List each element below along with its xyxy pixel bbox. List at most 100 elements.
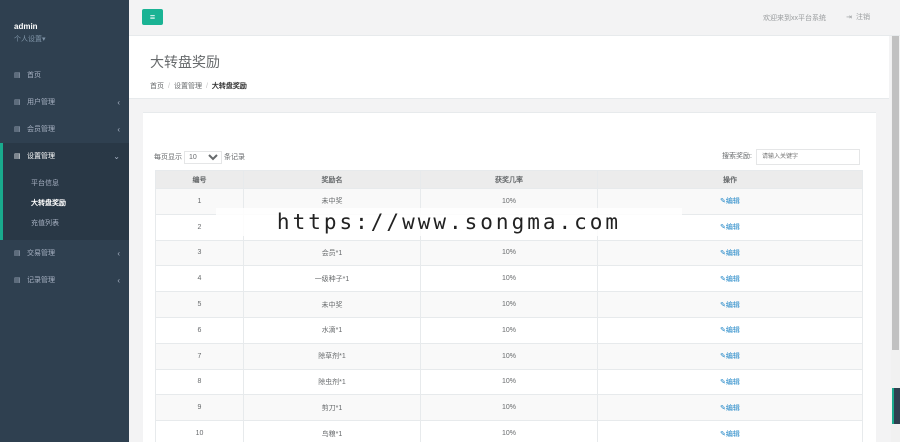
sidebar-item-label: 记录管理 xyxy=(26,277,55,284)
page-length-control: 每页显示 10 条记录 xyxy=(154,151,245,164)
breadcrumb-separator: / xyxy=(168,83,170,90)
sidebar-item-label: 首页 xyxy=(26,72,41,79)
list-icon: ▤ xyxy=(14,153,21,160)
page-length-suffix: 条记录 xyxy=(224,154,245,161)
sidebar-item-members[interactable]: ▤ 会员管理 ‹ xyxy=(0,116,129,143)
chevron-left-icon: ‹ xyxy=(117,249,120,258)
table-row: 8 除虫剂*1 10% ✎编辑 xyxy=(155,368,863,396)
cell-name: 未中奖 xyxy=(243,291,421,318)
sidebar-subitem-wheel-rewards[interactable]: 大转盘奖励 xyxy=(3,194,129,214)
hamburger-icon: ≡ xyxy=(149,12,156,22)
breadcrumb-home[interactable]: 首页 xyxy=(150,83,164,90)
sidebar-item-label: 交易管理 xyxy=(26,250,55,257)
cell-rate: 10% xyxy=(420,342,598,370)
breadcrumb-separator: / xyxy=(205,83,208,90)
cell-rate: 10% xyxy=(420,368,598,396)
user-name[interactable]: admin xyxy=(14,22,129,31)
cell-id: 4 xyxy=(155,265,244,293)
sidebar: admin 个人设置▾ ▤ 首页 ▤ 用户管理 ‹ ▤ 会员管理 ‹ ▤ 设置管… xyxy=(0,0,129,442)
cell-name: 除虫剂*1 xyxy=(243,368,421,396)
settings-submenu: 平台信息 大转盘奖励 充值列表 xyxy=(0,170,129,240)
cell-id: 5 xyxy=(155,291,244,318)
top-navbar: ≡ 欢迎来到xx平台系统 ⇥ 注销 xyxy=(129,0,900,36)
user-settings-dropdown[interactable]: 个人设置▾ xyxy=(14,34,129,44)
cell-rate: 10% xyxy=(420,239,598,267)
sidebar-item-label: 设置管理 xyxy=(26,153,55,160)
logout-label: 注销 xyxy=(856,14,870,21)
sidebar-item-label: 用户管理 xyxy=(26,99,55,106)
sidebar-item-settings[interactable]: ▤ 设置管理 ⌄ xyxy=(0,143,129,170)
chevron-left-icon: ‹ xyxy=(117,125,120,134)
table-row: 7 除草剂*1 10% ✎编辑 xyxy=(155,342,863,370)
logout-link[interactable]: ⇥ 注销 xyxy=(846,12,870,22)
table-row: 4 一级种子*1 10% ✎编辑 xyxy=(155,265,863,293)
header-id[interactable]: 编号 xyxy=(155,170,244,189)
table-row: 5 未中奖 10% ✎编辑 xyxy=(155,291,863,318)
cell-name: 会员*1 xyxy=(243,239,421,267)
cell-id: 7 xyxy=(155,342,244,370)
cell-id: 10 xyxy=(155,420,244,442)
search-input[interactable] xyxy=(756,149,860,165)
edit-link[interactable]: ✎编辑 xyxy=(720,379,740,386)
edit-link[interactable]: ✎编辑 xyxy=(720,327,740,334)
cell-id: 3 xyxy=(155,239,244,267)
list-icon: ▤ xyxy=(14,277,21,284)
cell-rate: 10% xyxy=(420,316,598,344)
watermark-text: https://www.songma.com xyxy=(216,208,682,236)
chevron-left-icon: ‹ xyxy=(117,98,120,107)
page-title: 大转盘奖励 xyxy=(150,54,220,70)
list-icon: ▤ xyxy=(14,99,21,106)
search-control: 搜索奖励: xyxy=(722,149,860,165)
edit-link[interactable]: ✎编辑 xyxy=(720,353,740,360)
header-rate[interactable]: 获奖几率 xyxy=(420,170,598,189)
sidebar-item-label: 会员管理 xyxy=(26,126,55,133)
welcome-text: 欢迎来到xx平台系统 xyxy=(763,15,826,22)
cell-rate: 10% xyxy=(420,291,598,318)
table-row: 9 剪刀*1 10% ✎编辑 xyxy=(155,394,863,422)
cell-name: 水滴*1 xyxy=(243,316,421,344)
cell-name: 剪刀*1 xyxy=(243,394,421,422)
cell-name: 除草剂*1 xyxy=(243,342,421,370)
edit-link[interactable]: ✎编辑 xyxy=(720,276,740,283)
content-box: 每页显示10条记录 搜索奖励: 编号 奖励名 获奖几率 操作 1未中奖10%✎编… xyxy=(143,112,876,442)
search-label: 搜索奖励: xyxy=(722,153,752,160)
cell-name: 一级种子*1 xyxy=(243,265,421,293)
page-scrollbar[interactable] xyxy=(891,36,900,442)
sidebar-subitem-platform-info[interactable]: 平台信息 xyxy=(3,174,129,194)
breadcrumb: 首页 / 设置管理 / 大转盘奖励 xyxy=(150,81,889,91)
cell-name: 鸟粮*1 xyxy=(243,420,421,442)
sidebar-item-home[interactable]: ▤ 首页 xyxy=(0,62,129,89)
header-name[interactable]: 奖励名 xyxy=(243,170,421,189)
edit-link[interactable]: ✎编辑 xyxy=(720,250,740,257)
sign-out-icon: ⇥ xyxy=(846,14,852,21)
cell-id: 9 xyxy=(155,394,244,422)
list-icon: ▤ xyxy=(14,250,21,257)
table-row: 10 鸟粮*1 10% ✎编辑 xyxy=(155,420,863,442)
side-toolbar-widget[interactable] xyxy=(892,388,900,424)
table-header-row: 编号 奖励名 获奖几率 操作 xyxy=(155,170,863,189)
edit-link[interactable]: ✎编辑 xyxy=(720,431,740,438)
sidebar-item-transactions[interactable]: ▤ 交易管理 ‹ xyxy=(0,240,129,267)
edit-link[interactable]: ✎编辑 xyxy=(720,198,740,205)
sidebar-item-users[interactable]: ▤ 用户管理 ‹ xyxy=(0,89,129,116)
sidebar-subitem-recharge-list[interactable]: 充值列表 xyxy=(3,214,129,234)
header-actions: 操作 xyxy=(597,170,863,189)
breadcrumb-settings[interactable]: 设置管理 xyxy=(174,83,202,90)
edit-link[interactable]: ✎编辑 xyxy=(720,405,740,412)
list-icon: ▤ xyxy=(14,126,21,133)
table-row: 6 水滴*1 10% ✎编辑 xyxy=(155,316,863,344)
scrollbar-thumb[interactable] xyxy=(892,36,899,350)
edit-link[interactable]: ✎编辑 xyxy=(720,224,740,231)
page-heading: 大转盘奖励 首页 / 设置管理 / 大转盘奖励 xyxy=(129,36,889,99)
edit-link[interactable]: ✎编辑 xyxy=(720,302,740,309)
cell-id: 6 xyxy=(155,316,244,344)
table-row: 3 会员*1 10% ✎编辑 xyxy=(155,239,863,267)
cell-rate: 10% xyxy=(420,265,598,293)
menu-toggle-button[interactable]: ≡ xyxy=(142,9,163,25)
breadcrumb-current: 大转盘奖励 xyxy=(211,83,247,90)
list-icon: ▤ xyxy=(14,72,21,79)
page-length-select[interactable]: 10 xyxy=(184,151,222,164)
user-profile: admin 个人设置▾ xyxy=(0,0,129,62)
page-length-prefix: 每页显示 xyxy=(154,154,182,161)
sidebar-item-records[interactable]: ▤ 记录管理 ‹ xyxy=(0,267,129,294)
